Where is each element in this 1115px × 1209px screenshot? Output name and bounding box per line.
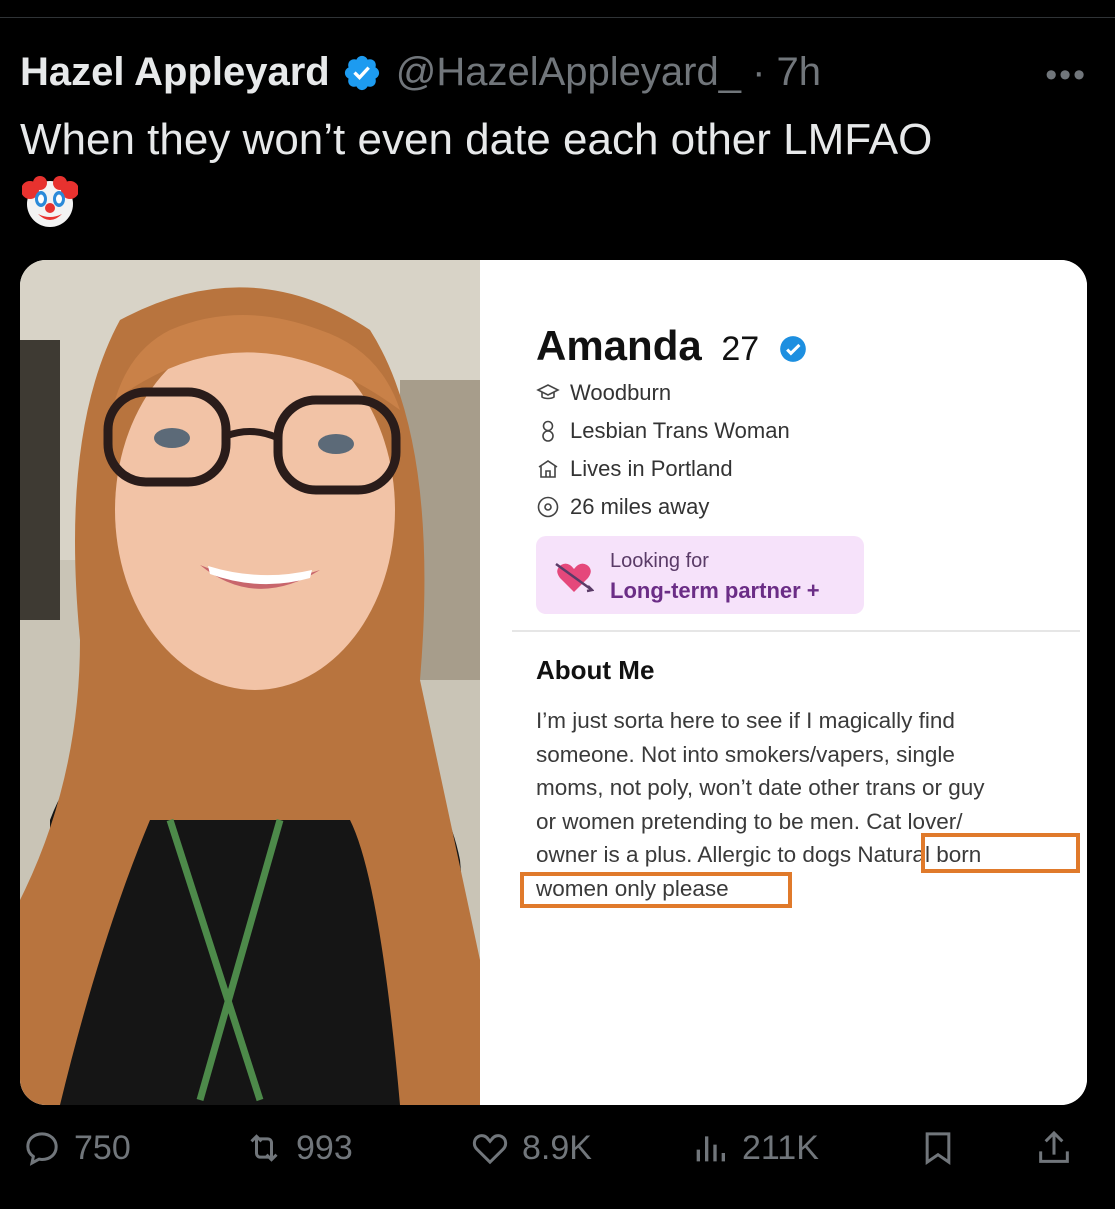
attr-location-text: Lives in Portland: [570, 456, 733, 481]
clown-face-icon: [22, 176, 78, 227]
about-me-title: About Me: [536, 655, 655, 685]
looking-for-label: Looking for: [610, 550, 709, 572]
profile-name-row: Amanda 27: [536, 322, 807, 370]
highlight-box: [520, 872, 792, 908]
view-count: 211K: [742, 1128, 819, 1167]
repost-count: 993: [296, 1128, 353, 1167]
tweet-text: When they won’t even date each other LMF…: [20, 115, 933, 164]
attr-location: Lives in Portland: [536, 456, 733, 482]
display-name[interactable]: Hazel Appleyard: [20, 50, 330, 95]
handle-and-time[interactable]: @HazelAppleyard_ · 7h: [396, 50, 821, 95]
graduation-cap-icon: [536, 384, 560, 400]
bookmark-button[interactable]: [918, 1128, 970, 1168]
highlight-box: [921, 833, 1080, 873]
tweet-actions: 750 993 8.9K 211K: [0, 1128, 1115, 1188]
person-icon: [542, 420, 554, 442]
reply-button[interactable]: 750: [22, 1128, 131, 1168]
like-button[interactable]: 8.9K: [470, 1128, 592, 1168]
like-count: 8.9K: [522, 1128, 592, 1167]
dating-profile-card: Amanda 27 Woodburn Lesbian Trans Woman L…: [480, 260, 1087, 1105]
analytics-icon: [696, 1136, 725, 1162]
profile-verified-icon: [780, 336, 806, 362]
about-line: I’m just sorta here to see if I magicall…: [536, 708, 955, 733]
looking-for-value: Long-term partner +: [610, 578, 820, 603]
reply-icon: [26, 1132, 58, 1166]
profile-age: 27: [721, 330, 760, 368]
attr-school: Woodburn: [536, 380, 671, 406]
tweet-header: Hazel Appleyard @HazelAppleyard_ · 7h: [20, 50, 821, 95]
repost-button[interactable]: 993: [244, 1128, 353, 1168]
bookmark-icon: [925, 1132, 951, 1166]
attr-distance: 26 miles away: [536, 494, 709, 520]
more-options-icon[interactable]: •••: [1045, 56, 1087, 95]
verified-badge-icon: [344, 55, 379, 90]
looking-for-card: Looking for Long-term partner +: [536, 536, 864, 614]
attached-image[interactable]: Amanda 27 Woodburn Lesbian Trans Woman L…: [20, 260, 1087, 1105]
top-divider: [0, 17, 1115, 18]
reply-count: 750: [74, 1128, 131, 1167]
location-pin-icon: [537, 496, 559, 518]
attr-distance-text: 26 miles away: [570, 494, 710, 519]
attr-identity-text: Lesbian Trans Woman: [570, 418, 790, 443]
share-icon: [1039, 1130, 1069, 1163]
about-line: moms, not poly, won’t date other trans o…: [536, 775, 985, 800]
profile-name: Amanda: [536, 322, 702, 369]
attr-school-text: Woodburn: [570, 380, 672, 405]
repost-icon: [250, 1134, 278, 1162]
views-button[interactable]: 211K: [690, 1128, 819, 1168]
heart-arrow-icon: [555, 562, 594, 593]
profile-divider: [512, 630, 1080, 632]
home-icon: [538, 460, 558, 478]
about-line: someone. Not into smokers/vapers, single: [536, 741, 955, 767]
share-button[interactable]: [1034, 1128, 1086, 1168]
profile-photo: [20, 260, 480, 1105]
attr-identity: Lesbian Trans Woman: [536, 418, 790, 444]
heart-icon: [472, 1134, 508, 1165]
